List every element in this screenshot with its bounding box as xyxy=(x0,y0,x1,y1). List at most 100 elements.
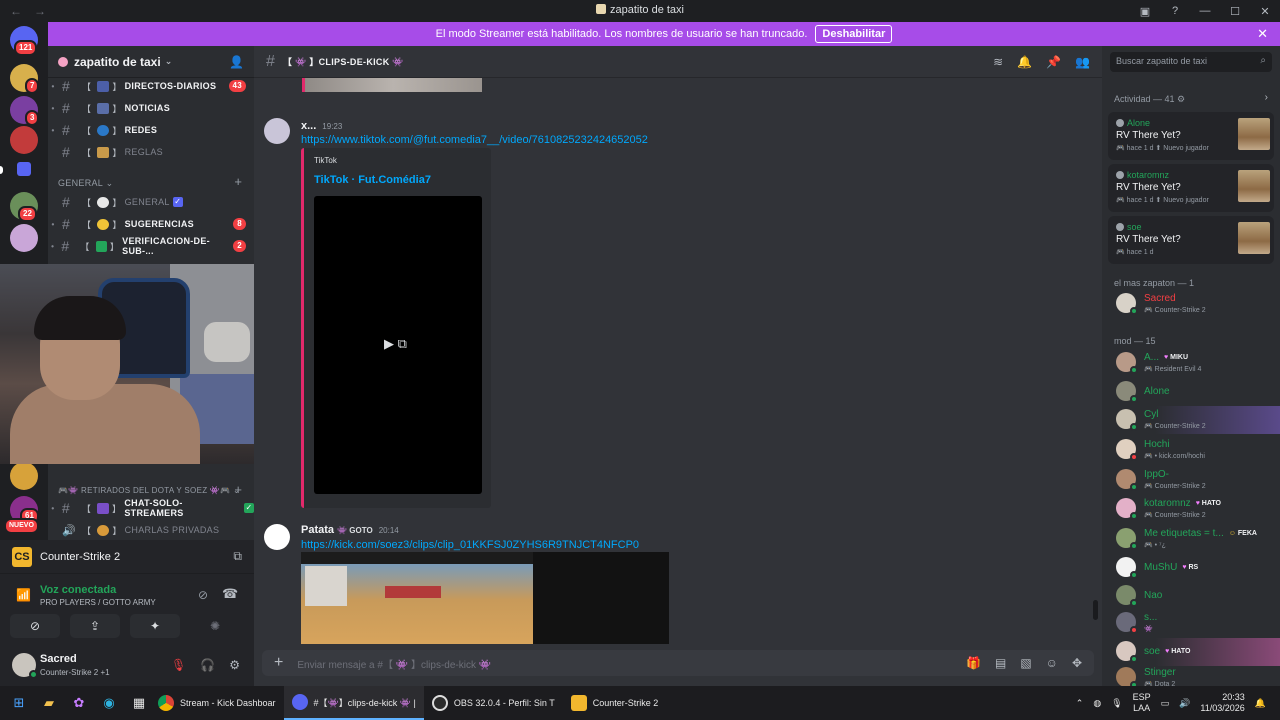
activity-card[interactable]: kotaromnz RV There Yet? 🎮 hace 1 d ⬆ Nue… xyxy=(1108,164,1274,212)
member-list-icon[interactable]: 👥 xyxy=(1075,55,1090,69)
invite-icon[interactable]: 👤 xyxy=(229,55,244,69)
activities-button[interactable]: ✦ xyxy=(130,614,180,638)
taskbar-app-cs2[interactable]: Counter-Strike 2 xyxy=(563,686,667,720)
add-channel-icon[interactable]: + xyxy=(234,174,242,189)
help-icon[interactable]: ? xyxy=(1160,5,1190,17)
channel-verificacion[interactable]: • # 【】 VERIFICACION-DE-SUB-... 2 xyxy=(48,236,254,256)
message-input[interactable]: Enviar mensaje a #【 👾 】clips-de-kick 👾 xyxy=(297,656,491,671)
previous-attachment[interactable] xyxy=(302,78,482,92)
scrollbar-thumb[interactable] xyxy=(1093,600,1098,620)
network-icon[interactable]: ▭ xyxy=(1161,698,1170,709)
channel-redes[interactable]: • # 【】 REDES xyxy=(48,120,254,140)
mic-muted-icon[interactable]: 🎙 xyxy=(171,658,186,672)
taskbar-app-chrome[interactable]: Stream - Kick Dashboar xyxy=(150,686,284,720)
signal-icon[interactable]: 📶 xyxy=(16,588,31,602)
taskbar-app-obs[interactable]: OBS 32.0.4 - Perfil: Sin T xyxy=(424,686,563,720)
language-indicator[interactable]: ESP LAA xyxy=(1133,692,1151,714)
channel-noticias[interactable]: • # 【】 NOTICIAS xyxy=(48,98,254,118)
emoji-icon[interactable]: ☺ xyxy=(1046,656,1058,670)
user-card[interactable]: Sacred Counter-Strike 2 +1 🎙 🎧 ⚙ xyxy=(0,646,254,686)
folder-icon[interactable] xyxy=(17,162,31,176)
activity-card[interactable]: Alone RV There Yet? 🎮 hace 1 d ⬆ Nuevo j… xyxy=(1108,112,1274,160)
category-general[interactable]: GENERAL ⌄ xyxy=(58,178,113,189)
member-item[interactable]: Sacred 🎮 Counter-Strike 2 xyxy=(1102,290,1280,318)
member-item[interactable]: Hochi 🎮 • kick.com/hochi xyxy=(1102,436,1280,464)
activity-header[interactable]: Actividad — 41 ⚙ xyxy=(1114,94,1185,105)
add-channel-icon[interactable]: + xyxy=(234,482,242,497)
stream-game-icon[interactable]: ⧉ xyxy=(233,549,242,564)
member-item[interactable]: Nao xyxy=(1102,582,1280,610)
screen-share-icon[interactable]: ▣ xyxy=(1130,5,1160,18)
notification-bell-icon[interactable]: 🔔 xyxy=(1255,698,1266,709)
member-item[interactable]: Me etiquetas = t... ☺ FEKA 🎮 • ⁷¿ xyxy=(1102,525,1280,553)
member-item[interactable]: MuShU ♥ RS xyxy=(1102,554,1280,582)
channel-general[interactable]: # 【】 GENERAL ✓ xyxy=(48,192,254,212)
member-item[interactable]: kotaromnz ♥ HATO 🎮 Counter-Strike 2 xyxy=(1102,495,1280,523)
mic-icon[interactable]: 🎙 xyxy=(1111,698,1122,709)
threads-icon[interactable]: ≋ xyxy=(993,55,1003,69)
pin-icon[interactable]: 📌 xyxy=(1046,55,1061,69)
close-window-button[interactable]: ✕ xyxy=(1250,5,1280,18)
message-link[interactable]: https://kick.com/soez3/clips/clip_01KKFS… xyxy=(301,539,639,551)
copilot-icon[interactable]: ✿ xyxy=(68,692,90,714)
chevron-up-icon[interactable]: ⌃ xyxy=(1076,698,1084,709)
member-item[interactable]: IppO- 🎮 Counter-Strike 2 xyxy=(1102,466,1280,494)
gift-icon[interactable]: 🎁 xyxy=(966,656,981,670)
message-author[interactable]: Patata 👾 GOTO 20:14 xyxy=(301,524,399,536)
channel-sugerencias[interactable]: • # 【】 SUGERENCIAS 8 xyxy=(48,214,254,234)
maximize-button[interactable]: ☐ xyxy=(1220,5,1250,18)
message-author[interactable]: x... 19:23 xyxy=(301,120,342,132)
member-item[interactable]: A... ♥ MIKU 🎮 Resident Evil 4 xyxy=(1102,349,1280,377)
apps-icon[interactable]: ✥ xyxy=(1072,656,1082,670)
play-icon[interactable]: ▶ ⧉ xyxy=(384,336,407,352)
minimize-button[interactable]: — xyxy=(1190,5,1220,17)
channel-chat-solo-streamers[interactable]: • # 【】 CHAT-SOLO-STREAMERS ✓ xyxy=(48,498,254,518)
store-icon[interactable]: ▦ xyxy=(128,692,150,714)
server-icon[interactable] xyxy=(10,224,38,252)
member-item[interactable]: s... 👾 xyxy=(1102,609,1280,637)
disable-streamer-button[interactable]: Deshabilitar xyxy=(815,25,893,43)
windows-start-icon[interactable]: ⊞ xyxy=(8,692,30,714)
deafen-icon[interactable]: 🎧 xyxy=(200,658,215,672)
message-link[interactable]: https://www.tiktok.com/@fut.comedia7__/v… xyxy=(301,134,648,146)
member-item[interactable]: Cyl 🎮 Counter-Strike 2 xyxy=(1102,406,1280,434)
camera-off-button[interactable]: ⊘ xyxy=(10,614,60,638)
volume-icon[interactable]: 🔊 xyxy=(1179,698,1190,709)
activity-card[interactable]: soe RV There Yet? 🎮 hace 1 d xyxy=(1108,216,1274,264)
server-icon[interactable] xyxy=(10,126,38,154)
tray-app-icon[interactable]: ◍ xyxy=(1093,698,1101,709)
embed-title[interactable]: TikTok · Fut.Comédia7 xyxy=(314,174,431,186)
share-screen-button[interactable]: ⇪ xyxy=(70,614,120,638)
member-item[interactable]: Alone xyxy=(1102,378,1280,406)
member-item[interactable]: soe ♥ HATO xyxy=(1102,638,1280,666)
message-composer[interactable]: + Enviar mensaje a #【 👾 】clips-de-kick 👾… xyxy=(262,650,1094,676)
taskbar-app-discord[interactable]: #【👾】clips-de-kick 👾 | xyxy=(283,686,424,720)
avatar[interactable] xyxy=(264,118,290,144)
noise-suppression-icon[interactable]: ⊘ xyxy=(198,588,208,602)
clock[interactable]: 20:33 11/03/2026 xyxy=(1200,692,1244,714)
sticker-icon[interactable]: ▧ xyxy=(1020,656,1031,670)
category-retirados[interactable]: 🎮👾 RETIRADOS DEL DOTA Y SOEZ 👾🎮 ⌄ xyxy=(58,486,240,495)
channel-charlas-privadas[interactable]: 🔊 【】 CHARLAS PRIVADAS xyxy=(48,520,254,540)
mention-count: 43 xyxy=(228,80,246,92)
channel-directos[interactable]: • # 【】 DIRECTOS-DIARIOS 43 xyxy=(48,76,254,96)
search-input[interactable]: Buscar zapatito de taxi ⌕ xyxy=(1110,52,1272,72)
attach-plus-icon[interactable]: + xyxy=(274,654,283,672)
file-explorer-icon[interactable]: ▰ xyxy=(38,692,60,714)
avatar[interactable] xyxy=(264,524,290,550)
clip-thumbnail[interactable] xyxy=(301,552,669,644)
server-icon[interactable] xyxy=(10,462,38,490)
disconnect-icon[interactable]: ☎ xyxy=(222,586,238,602)
soundboard-button[interactable]: ✺ xyxy=(190,614,240,638)
video-player[interactable]: ▶ ⧉ xyxy=(314,196,482,494)
gif-icon[interactable]: ▤ xyxy=(995,656,1006,670)
guild-header[interactable]: zapatito de taxi ⌄ 👤 xyxy=(48,46,254,78)
game-activity[interactable]: CS Counter-Strike 2 ⧉ xyxy=(0,540,254,574)
settings-gear-icon[interactable]: ⚙ xyxy=(229,658,240,672)
close-icon[interactable]: ✕ xyxy=(1257,26,1268,42)
chevron-right-icon[interactable]: › xyxy=(1265,92,1268,103)
channel-reglas[interactable]: # 【】 REGLAS xyxy=(48,142,254,162)
edge-icon[interactable]: ◉ xyxy=(98,692,120,714)
check-icon xyxy=(95,240,107,252)
bell-icon[interactable]: 🔔 xyxy=(1017,55,1032,69)
